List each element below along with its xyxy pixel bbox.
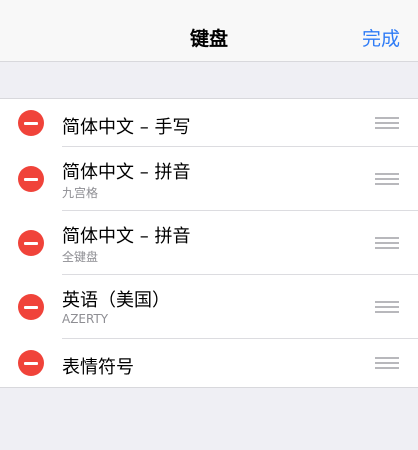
keyboard-name: 简体中文 – 拼音 <box>62 226 191 247</box>
keyboard-name: 表情符号 <box>62 357 134 378</box>
page-title: 键盘 <box>189 28 228 50</box>
reorder-handle-icon[interactable] <box>375 173 399 185</box>
reorder-handle-icon[interactable] <box>375 357 399 369</box>
reorder-handle-icon[interactable] <box>375 301 399 313</box>
keyboard-layout: 全键盘 <box>62 250 99 264</box>
keyboard-layout: 九宫格 <box>62 186 99 200</box>
keyboard-name: 简体中文 – 手写 <box>62 117 191 138</box>
keyboard-list: 简体中文 – 手写 简体中文 – 拼音 九宫格 简体中文 – 拼音 全键盘 英语… <box>0 98 418 388</box>
minus-circle-icon[interactable] <box>18 230 44 256</box>
navigation-bar: 键盘 完成 <box>0 0 418 62</box>
list-item: 简体中文 – 拼音 九宫格 <box>0 147 418 211</box>
minus-circle-icon[interactable] <box>18 166 44 192</box>
reorder-handle-icon[interactable] <box>375 237 399 249</box>
keyboard-layout: AZERTY <box>62 312 109 326</box>
keyboard-name: 英语（美国） <box>62 290 170 311</box>
keyboard-name: 简体中文 – 拼音 <box>62 162 191 183</box>
list-item: 表情符号 <box>0 339 418 387</box>
minus-circle-icon[interactable] <box>18 350 44 376</box>
list-item: 简体中文 – 手写 <box>0 99 418 147</box>
list-item: 英语（美国） AZERTY <box>0 275 418 339</box>
minus-circle-icon[interactable] <box>18 294 44 320</box>
list-item: 简体中文 – 拼音 全键盘 <box>0 211 418 275</box>
done-button[interactable]: 完成 <box>362 24 400 51</box>
reorder-handle-icon[interactable] <box>375 117 399 129</box>
minus-circle-icon[interactable] <box>18 110 44 136</box>
